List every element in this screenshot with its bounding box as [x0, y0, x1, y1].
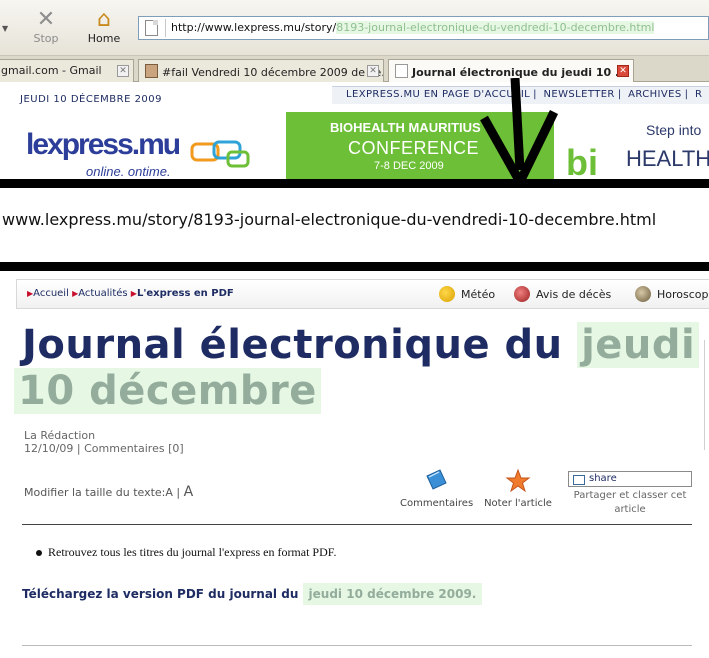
download-line[interactable]: Téléchargez la version PDF du journal du…: [22, 583, 483, 605]
page-icon: [145, 20, 158, 36]
star-icon: [505, 468, 531, 493]
banner-health: HEALTH: [626, 146, 709, 171]
banner-step: Step into: [646, 122, 702, 138]
banner-line2: CONFERENCE: [348, 138, 480, 158]
url-divider: [165, 19, 166, 37]
comments-label: Commentaires: [400, 498, 474, 509]
banner-line3: 7-8 DEC 2009: [374, 160, 444, 172]
title-highlight-date: 10 décembre: [14, 368, 321, 414]
logo-tagline: online. ontime.: [86, 164, 171, 179]
tab-fail[interactable]: #fail Vendredi 10 décembre 2009 de l'e..…: [138, 59, 384, 82]
article-meta[interactable]: 12/10/09 | Commentaires [0]: [24, 442, 184, 455]
close-icon[interactable]: ✕: [617, 65, 629, 77]
site-date: JEUDI 10 DÉCEMBRE 2009: [20, 94, 163, 105]
zoomed-url-text: www.lexpress.mu/story/8193-journal-elect…: [2, 210, 657, 229]
text-size-control: Modifier la taille du texte:A | A: [24, 484, 193, 500]
breadcrumb-pdf[interactable]: L'express en PDF: [137, 288, 234, 299]
tab-gmail[interactable]: gmail.com - Gmail ✕: [0, 59, 134, 82]
avatar-icon: [145, 64, 158, 78]
address-bar[interactable]: http://www.lexpress.mu/story/8193-journa…: [138, 16, 709, 40]
arrow-down-icon: [480, 78, 559, 188]
rate-label: Noter l'article: [484, 498, 552, 509]
browser-toolbar: ▼ ✕ Stop ⌂ Home http://www.lexpress.mu/s…: [0, 0, 709, 56]
close-icon[interactable]: ✕: [367, 65, 379, 77]
site-logo[interactable]: lexpress.mu: [26, 128, 181, 162]
sidebar-edge: [704, 340, 709, 450]
share-button[interactable]: share: [568, 471, 692, 487]
title-highlight-day: jeudi: [577, 322, 700, 368]
meteo-link[interactable]: Météo: [439, 286, 495, 302]
link-archives[interactable]: ARCHIVES: [628, 89, 681, 100]
url-base: http://www.lexpress.mu/story/: [171, 21, 337, 34]
content-divider: [22, 524, 692, 525]
author: La Rédaction: [24, 429, 96, 442]
horoscope-label: Horoscop: [657, 288, 709, 301]
avis-deces-link[interactable]: Avis de décès: [514, 286, 611, 302]
breadcrumb-bar: ▶Accueil ▶Actualités ▶L'express en PDF M…: [16, 279, 709, 309]
banner-bio: bi: [566, 142, 598, 179]
tab-strip: gmail.com - Gmail ✕ #fail Vendredi 10 dé…: [0, 56, 709, 82]
page-icon: [395, 64, 408, 78]
text-size-label: Modifier la taille du texte:: [24, 486, 166, 499]
home-label: Home: [87, 32, 121, 45]
share-caption: Partager et classer cet article: [573, 490, 687, 515]
crystal-ball-icon: [635, 286, 651, 302]
close-icon[interactable]: ✕: [117, 65, 129, 77]
divider-bar-bottom: [0, 262, 709, 271]
home-button[interactable]: ⌂ Home: [78, 7, 130, 46]
article-title: Journal électronique du jeudi 10 décembr…: [14, 322, 702, 414]
stop-label: Stop: [33, 32, 59, 45]
zoomed-url-strip: www.lexpress.mu/story/8193-journal-elect…: [0, 188, 709, 260]
home-icon: ⌂: [97, 7, 111, 32]
comments-button[interactable]: Commentaires: [400, 468, 474, 509]
banner-line1: BIOHEALTH MAURITIUS: [330, 120, 481, 135]
share-label: share: [589, 473, 617, 484]
avis-deces-label: Avis de décès: [536, 288, 612, 301]
flower-icon: [514, 286, 530, 302]
horoscope-link[interactable]: Horoscop: [635, 286, 709, 302]
link-r[interactable]: R: [695, 89, 702, 100]
divider-bar-top: [0, 179, 709, 188]
bottom-divider: [22, 645, 692, 646]
text-size-sep: |: [176, 486, 181, 499]
stop-icon: ✕: [36, 7, 56, 32]
text-size-big-button[interactable]: A: [184, 484, 194, 500]
breadcrumb-actualites[interactable]: Actualités: [78, 288, 127, 299]
download-text[interactable]: Téléchargez la version PDF du journal du: [22, 587, 298, 601]
weather-icon: [439, 286, 455, 302]
url-highlight: 8193-journal-electronique-du-vendredi-10…: [336, 21, 655, 34]
byline: La Rédaction 12/10/09 | Commentaires [0]: [24, 429, 184, 455]
breadcrumb: ▶Accueil ▶Actualités ▶L'express en PDF: [27, 288, 234, 299]
chat-bubbles-icon: [190, 140, 250, 168]
url-text[interactable]: http://www.lexpress.mu/story/8193-journa…: [171, 21, 655, 34]
history-dropdown-icon[interactable]: ▼: [2, 24, 8, 33]
meteo-label: Météo: [461, 288, 496, 301]
article-tools: Modifier la taille du texte:A | A Commen…: [0, 466, 709, 522]
comment-icon: [426, 469, 447, 490]
stop-button[interactable]: ✕ Stop: [20, 7, 72, 46]
list-item: Retrouvez tous les titres du journal l'e…: [35, 545, 337, 559]
biohealth-banner-right[interactable]: Step into bi HEALTH: [560, 112, 709, 179]
rate-article-button[interactable]: Noter l'article: [482, 468, 554, 509]
text-size-small-button[interactable]: A: [165, 486, 173, 499]
tab-label: gmail.com - Gmail: [1, 64, 102, 77]
tab-label: #fail Vendredi 10 décembre 2009 de l'e..…: [162, 66, 384, 79]
site-header: JEUDI 10 DÉCEMBRE 2009 LEXPRESS.MU EN PA…: [0, 82, 709, 179]
title-main: Journal électronique du: [22, 322, 563, 368]
download-highlight[interactable]: jeudi 10 décembre 2009.: [302, 583, 483, 605]
breadcrumb-accueil[interactable]: Accueil: [33, 288, 69, 299]
